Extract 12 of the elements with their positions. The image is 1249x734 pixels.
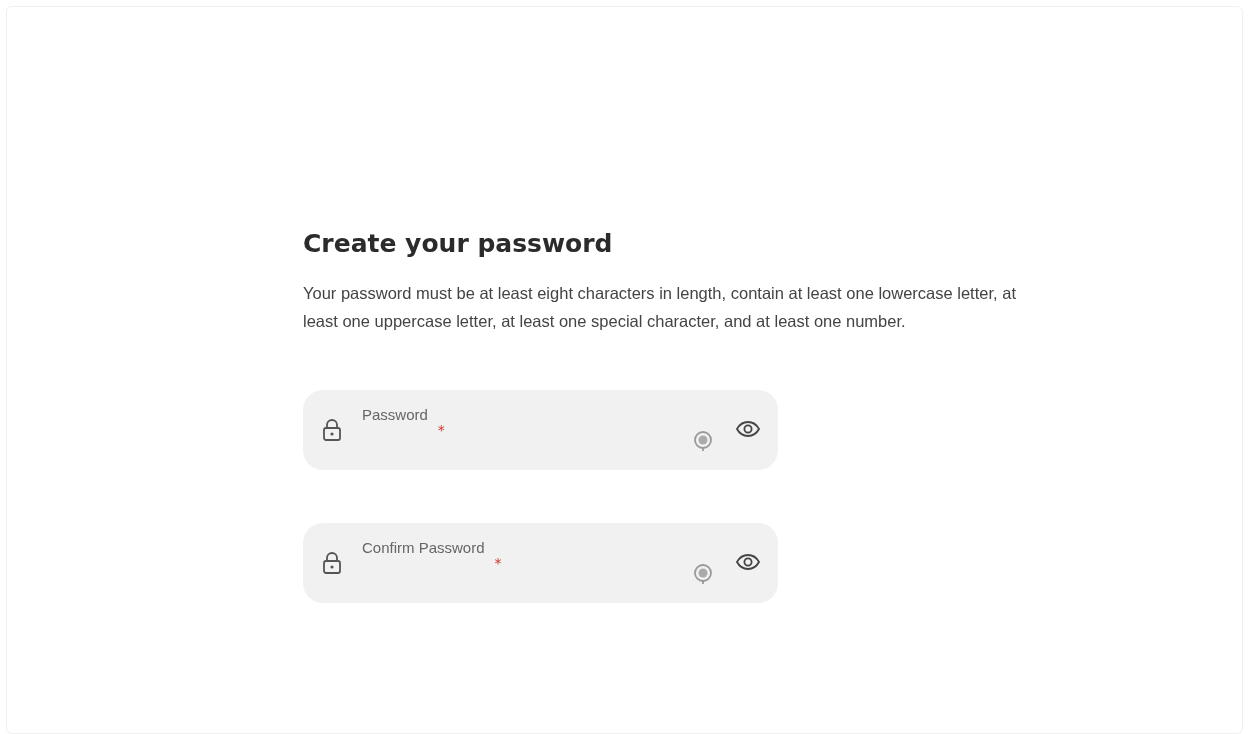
- lock-icon: [322, 551, 342, 575]
- field-label: Password: [362, 406, 428, 423]
- password-field[interactable]: Password *: [303, 390, 778, 470]
- password-rules-text: Your password must be at least eight characters in length, contain at least one lowercase letter, at least one uppercase letter, at least one special character, and at least one number.: [303, 283, 1017, 332]
- required-mark: *: [494, 555, 502, 571]
- eye-icon[interactable]: [735, 420, 761, 438]
- page-heading: Create your password: [303, 229, 614, 258]
- field-label: Confirm Password: [362, 539, 485, 556]
- eye-icon[interactable]: [735, 553, 761, 571]
- lock-icon: [322, 418, 342, 442]
- required-mark: *: [437, 422, 445, 438]
- password-field[interactable]: Confirm Password *: [303, 523, 778, 603]
